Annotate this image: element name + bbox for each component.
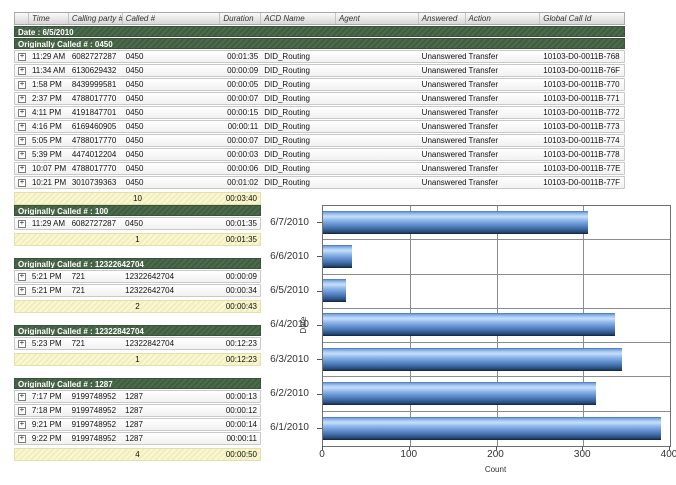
bar-6-6-2010 bbox=[323, 245, 352, 268]
chart-band bbox=[323, 309, 670, 343]
chart-band bbox=[323, 275, 670, 309]
bar-6-2-2010 bbox=[323, 382, 596, 405]
x-tick-label: 100 bbox=[389, 449, 429, 460]
y-tick-mark bbox=[317, 325, 322, 326]
chart-band bbox=[323, 343, 670, 377]
category-label: 6/3/2010 bbox=[250, 342, 316, 376]
y-tick-mark bbox=[317, 222, 322, 223]
category-label: 6/6/2010 bbox=[250, 239, 316, 273]
category-label: 6/2/2010 bbox=[250, 376, 316, 410]
bar-6-3-2010 bbox=[323, 348, 622, 371]
y-tick-mark bbox=[317, 291, 322, 292]
y-tick-mark bbox=[317, 428, 322, 429]
chart-band bbox=[323, 412, 670, 446]
bar-6-5-2010 bbox=[323, 279, 346, 302]
y-tick-mark bbox=[317, 256, 322, 257]
chart-plot-area bbox=[322, 205, 671, 447]
chart-x-axis-title: Count bbox=[322, 465, 669, 474]
x-tick-label: 300 bbox=[562, 449, 602, 460]
calls-per-day-bar-chart: 6/7/20106/6/20106/5/20106/4/20106/3/2010… bbox=[0, 0, 676, 485]
chart-band bbox=[323, 377, 670, 411]
x-tick-label: 200 bbox=[476, 449, 516, 460]
chart-y-axis-title: Date bbox=[299, 310, 309, 340]
y-tick-mark bbox=[317, 394, 322, 395]
chart-band bbox=[323, 206, 670, 240]
x-tick-label: 400 bbox=[649, 449, 676, 460]
x-tick-label: 0 bbox=[302, 449, 342, 460]
call-detail-report-page: TimeCalling party #Called #DurationACD N… bbox=[0, 0, 676, 485]
y-tick-mark bbox=[317, 359, 322, 360]
bar-6-4-2010 bbox=[323, 313, 615, 336]
category-label: 6/1/2010 bbox=[250, 411, 316, 445]
category-label: 6/5/2010 bbox=[250, 274, 316, 308]
category-label: 6/7/2010 bbox=[250, 205, 316, 239]
chart-band bbox=[323, 240, 670, 274]
bar-6-1-2010 bbox=[323, 417, 661, 440]
bar-6-7-2010 bbox=[323, 211, 588, 234]
